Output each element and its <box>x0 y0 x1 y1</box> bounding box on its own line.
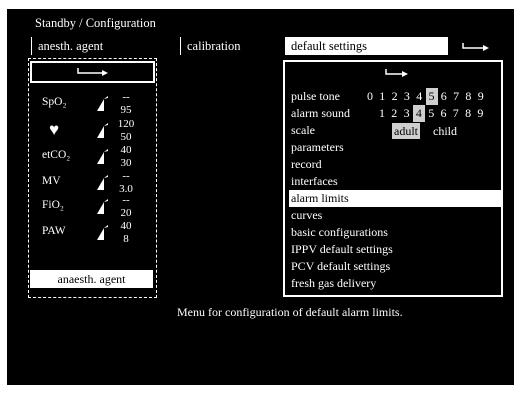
lower-limit: 95 <box>120 104 132 116</box>
lower-limit: 50 <box>120 131 132 143</box>
param-label-spo2: SpO₂ <box>42 96 67 108</box>
alarm-range-icon <box>92 149 108 164</box>
tab-calibration[interactable]: calibration <box>181 37 285 55</box>
pulse-nums-value[interactable]: 0 <box>364 88 376 105</box>
pulse-nums-value[interactable]: 7 <box>450 88 462 105</box>
upper-limit: -- <box>122 194 130 206</box>
menu-item-parameters[interactable]: parameters <box>289 139 501 156</box>
menu-item-basic-configurations[interactable]: basic configurations <box>289 224 501 241</box>
monitor-screen: Standby / Configuration anesth. agent ca… <box>7 9 514 385</box>
param-limits-spo2[interactable]: -- 95 <box>111 92 141 116</box>
screen-title: Standby / Configuration <box>35 16 156 30</box>
status-hint: Menu for configuration of default alarm … <box>177 305 403 319</box>
menu-item-curves[interactable]: curves <box>289 207 501 224</box>
param-label-mv: MV <box>42 175 61 187</box>
pulse-nums-value[interactable]: 1 <box>376 88 388 105</box>
alarm-range-icon <box>92 175 108 190</box>
upper-limit: 40 <box>120 220 132 232</box>
menu-item-fresh-gas-delivery[interactable]: fresh gas delivery <box>289 275 501 292</box>
tab-default-settings[interactable]: default settings <box>285 37 448 55</box>
pulse-nums-value[interactable]: 6 <box>438 88 450 105</box>
upper-limit: 40 <box>120 144 132 156</box>
scale-option-child[interactable]: child <box>433 123 457 139</box>
param-label-paw: PAW <box>42 225 66 237</box>
alarm-nums-value[interactable]: 3 <box>401 105 413 122</box>
alarm-range-icon <box>92 199 108 214</box>
upper-limit: -- <box>122 91 130 103</box>
param-limits-heart-rate[interactable]: 120 50 <box>111 119 141 143</box>
menu-item-ippv-default-settings[interactable]: IPPV default settings <box>289 241 501 258</box>
parameter-panel-header-button[interactable] <box>30 61 155 83</box>
pulse-nums-value[interactable]: 5 <box>425 88 438 105</box>
menu-item-alarm-limits[interactable]: alarm limits <box>289 190 501 207</box>
anaesth-agent-button[interactable]: anaesth. agent <box>30 270 153 288</box>
upper-limit: -- <box>122 170 130 182</box>
tab-next-page[interactable] <box>448 37 502 55</box>
param-limits-mv[interactable]: -- 3.0 <box>111 171 141 195</box>
menu-item-interfaces[interactable]: interfaces <box>289 173 501 190</box>
menu-item-pcv-default-settings[interactable]: PCV default settings <box>289 258 501 275</box>
alarm-range-icon <box>92 225 108 240</box>
alarm-nums-value[interactable]: 8 <box>462 105 474 122</box>
alarm-nums-value[interactable]: 2 <box>388 105 400 122</box>
alarm-range-icon <box>92 96 108 111</box>
pulse-nums-value[interactable]: 2 <box>389 88 401 105</box>
lower-limit: 30 <box>120 157 132 169</box>
param-limits-fio2[interactable]: -- 20 <box>111 195 141 219</box>
param-limits-paw[interactable]: 40 8 <box>111 221 141 245</box>
alarm-nums-value[interactable]: 1 <box>376 105 388 122</box>
alarm-nums-value[interactable]: 4 <box>412 105 425 122</box>
pulse-nums-value[interactable]: 4 <box>413 88 425 105</box>
arrow-right-icon <box>462 43 489 51</box>
param-limits-etco2[interactable]: 40 30 <box>111 145 141 169</box>
param-label-etco2: etCO₂ <box>42 149 71 161</box>
upper-limit: 120 <box>117 118 135 130</box>
alarm-nums-value[interactable]: 6 <box>438 105 450 122</box>
scale-option-adult[interactable]: adult <box>392 122 420 139</box>
pulse-nums-value[interactable]: 3 <box>401 88 413 105</box>
alarm-nums-value[interactable]: 9 <box>474 105 486 122</box>
param-label-fio2: FiO₂ <box>42 199 64 211</box>
tab-anesth-agent[interactable]: anesth. agent <box>31 37 181 55</box>
arrow-right-icon <box>77 68 108 76</box>
alarm-range-icon <box>92 123 108 138</box>
menu-item-record[interactable]: record <box>289 156 501 173</box>
pulse-nums-value[interactable]: 9 <box>475 88 487 105</box>
alarm-nums-value[interactable]: 5 <box>425 105 437 122</box>
lower-limit: 8 <box>123 233 129 245</box>
arrow-right-icon[interactable] <box>382 65 412 81</box>
param-label-heart-rate: ♥ <box>49 120 60 139</box>
pulse-nums-value[interactable]: 8 <box>462 88 474 105</box>
lower-limit: 20 <box>120 207 132 219</box>
alarm-nums-value[interactable]: 7 <box>450 105 462 122</box>
